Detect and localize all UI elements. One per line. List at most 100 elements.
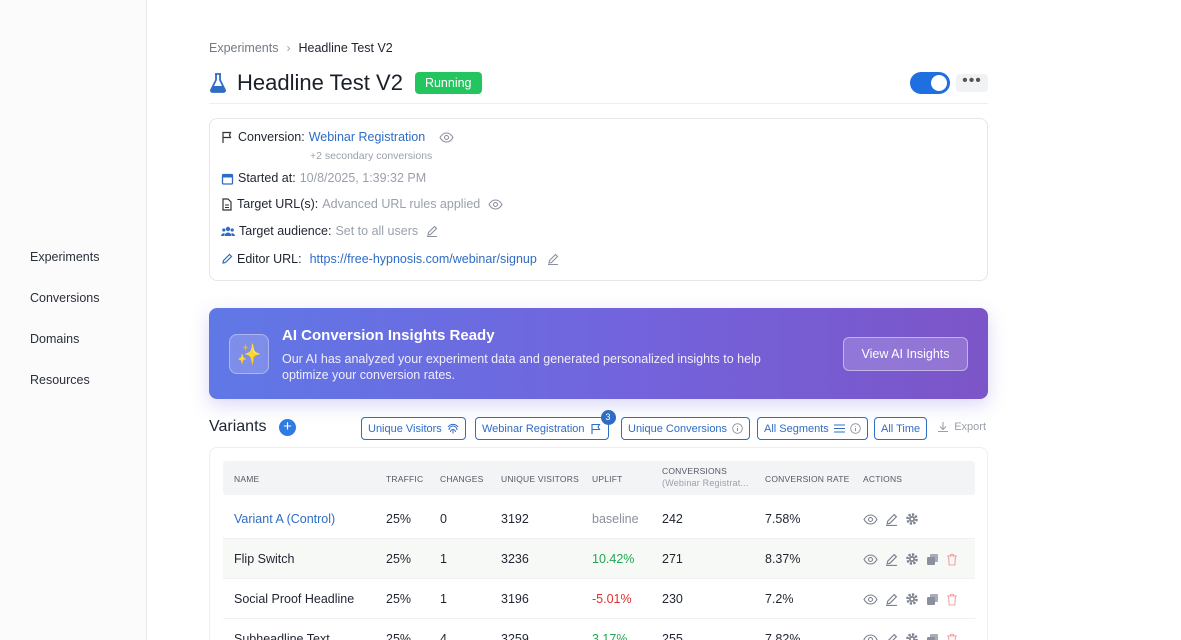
flag-icon bbox=[590, 423, 600, 434]
variant-conversion-rate: 8.37% bbox=[765, 552, 801, 566]
breadcrumb-experiments[interactable]: Experiments bbox=[209, 41, 278, 55]
page-title: Headline Test V2 bbox=[237, 69, 403, 95]
document-icon bbox=[222, 197, 232, 211]
pencil-icon[interactable] bbox=[885, 633, 898, 640]
trash-icon[interactable] bbox=[946, 633, 958, 640]
download-icon bbox=[938, 422, 949, 433]
filter-conversion-goal[interactable]: Webinar Registration 3 bbox=[475, 410, 616, 440]
variant-visitors: 3196 bbox=[501, 592, 529, 606]
eye-icon[interactable] bbox=[488, 198, 503, 210]
editor-url-link[interactable]: https://free-hypnosis.com/webinar/signup bbox=[310, 252, 537, 266]
variant-name[interactable]: Flip Switch bbox=[234, 539, 294, 579]
pencil-icon[interactable] bbox=[885, 553, 898, 566]
row-actions bbox=[863, 619, 958, 640]
gear-icon[interactable] bbox=[905, 632, 919, 640]
copy-icon[interactable] bbox=[926, 633, 939, 640]
eye-icon[interactable] bbox=[439, 131, 454, 143]
target-url-label: Target URL(s): bbox=[237, 197, 319, 211]
eye-icon[interactable] bbox=[863, 633, 878, 640]
variant-conversions: 271 bbox=[662, 552, 683, 566]
conversion-link[interactable]: Webinar Registration bbox=[309, 130, 426, 144]
row-actions bbox=[863, 579, 958, 619]
add-variant-button[interactable]: + bbox=[279, 419, 296, 436]
col-changes: Changes bbox=[440, 474, 484, 484]
variant-name[interactable]: Subheadline Text bbox=[234, 619, 330, 640]
filter-segments[interactable]: All Segments bbox=[757, 417, 868, 440]
target-audience-row: Target audience: Set to all users bbox=[221, 224, 438, 238]
col-conversions-sub: (Webinar Registrat... bbox=[662, 478, 749, 488]
variant-traffic: 25% bbox=[386, 512, 412, 526]
variant-changes: 1 bbox=[440, 552, 447, 566]
col-conversions: Conversions (Webinar Registrat... bbox=[662, 466, 749, 488]
variants-title: Variants bbox=[209, 418, 267, 435]
table-row: Variant A (Control) 25% 0 3192 baseline … bbox=[223, 499, 975, 539]
row-actions bbox=[863, 539, 958, 579]
eye-icon[interactable] bbox=[863, 513, 878, 525]
variant-uplift: 10.42% bbox=[592, 552, 635, 566]
users-icon bbox=[221, 226, 235, 236]
eye-icon[interactable] bbox=[863, 593, 878, 605]
filter-time-range-label: All Time bbox=[881, 422, 921, 435]
pencil-icon[interactable] bbox=[547, 253, 559, 265]
filter-unique-conversions-label: Unique Conversions bbox=[628, 422, 728, 435]
conversion-count-badge: 3 bbox=[600, 410, 616, 425]
table-header: Name Traffic Changes Unique Visitors Upl… bbox=[223, 461, 975, 495]
view-ai-insights-button[interactable]: View AI Insights bbox=[843, 337, 968, 371]
variant-visitors: 3236 bbox=[501, 552, 529, 566]
sidebar-nav: Experiments Conversions Domains Resource… bbox=[30, 249, 99, 413]
variant-conversions: 242 bbox=[662, 512, 683, 526]
filter-unique-visitors[interactable]: Unique Visitors bbox=[361, 417, 466, 440]
filter-time-range[interactable]: All Time bbox=[874, 417, 928, 440]
col-conversions-label: Conversions bbox=[662, 466, 728, 476]
filter-conversion-goal-label: Webinar Registration bbox=[482, 422, 585, 435]
pencil-icon[interactable] bbox=[885, 593, 898, 606]
sidebar-item-conversions[interactable]: Conversions bbox=[30, 290, 99, 331]
variants-toolbar: Variants + Unique Visitors Webinar Regis… bbox=[209, 410, 988, 442]
variant-uplift: -5.01% bbox=[592, 592, 632, 606]
pencil-icon[interactable] bbox=[426, 225, 438, 237]
experiment-toggle[interactable] bbox=[910, 72, 950, 94]
experiment-header: Headline Test V2 Running ••• bbox=[209, 70, 988, 104]
table-row: Subheadline Text 25% 4 3259 3.17% 255 7.… bbox=[223, 619, 975, 640]
started-value: 10/8/2025, 1:39:32 PM bbox=[299, 171, 427, 185]
gear-icon[interactable] bbox=[905, 552, 919, 566]
pencil-icon bbox=[222, 253, 233, 264]
variant-name[interactable]: Social Proof Headline bbox=[234, 579, 354, 619]
more-options-icon[interactable]: ••• bbox=[956, 73, 988, 92]
copy-icon[interactable] bbox=[926, 553, 939, 566]
trash-icon[interactable] bbox=[946, 593, 958, 606]
trash-icon[interactable] bbox=[946, 553, 958, 566]
status-badge: Running bbox=[414, 71, 482, 94]
export-label: Export bbox=[954, 421, 986, 433]
ai-banner-title: AI Conversion Insights Ready bbox=[282, 327, 495, 344]
started-row: Started at: 10/8/2025, 1:39:32 PM bbox=[221, 171, 426, 185]
variant-traffic: 25% bbox=[386, 632, 412, 640]
variant-name[interactable]: Variant A (Control) bbox=[234, 499, 335, 539]
filter-unique-conversions[interactable]: Unique Conversions bbox=[621, 417, 751, 440]
export-button[interactable]: Export bbox=[937, 421, 986, 433]
col-name: Name bbox=[234, 474, 260, 484]
calendar-icon bbox=[221, 173, 234, 185]
variant-visitors: 3259 bbox=[501, 632, 529, 640]
filter-unique-visitors-label: Unique Visitors bbox=[368, 422, 442, 435]
eye-icon[interactable] bbox=[863, 553, 878, 565]
gear-icon[interactable] bbox=[905, 512, 919, 526]
sidebar-item-resources[interactable]: Resources bbox=[30, 372, 99, 413]
variant-visitors: 3192 bbox=[501, 512, 529, 526]
sidebar-item-experiments[interactable]: Experiments bbox=[30, 249, 99, 290]
gear-icon[interactable] bbox=[905, 592, 919, 606]
editor-url-label: Editor URL: bbox=[237, 252, 302, 266]
info-icon bbox=[850, 423, 861, 434]
ai-banner-description: Our AI has analyzed your experiment data… bbox=[282, 352, 761, 382]
editor-url-row: Editor URL: https://free-hypnosis.com/we… bbox=[221, 252, 559, 266]
flag-icon bbox=[222, 131, 232, 143]
sidebar: Experiments Conversions Domains Resource… bbox=[0, 0, 147, 640]
main-content: Experiments › Headline Test V2 Headline … bbox=[147, 0, 1181, 640]
variant-traffic: 25% bbox=[386, 552, 412, 566]
info-icon bbox=[732, 423, 743, 434]
sidebar-item-domains[interactable]: Domains bbox=[30, 331, 99, 372]
variant-conversion-rate: 7.58% bbox=[765, 512, 801, 526]
copy-icon[interactable] bbox=[926, 593, 939, 606]
col-unique-visitors: Unique Visitors bbox=[501, 474, 579, 484]
pencil-icon[interactable] bbox=[885, 513, 898, 526]
